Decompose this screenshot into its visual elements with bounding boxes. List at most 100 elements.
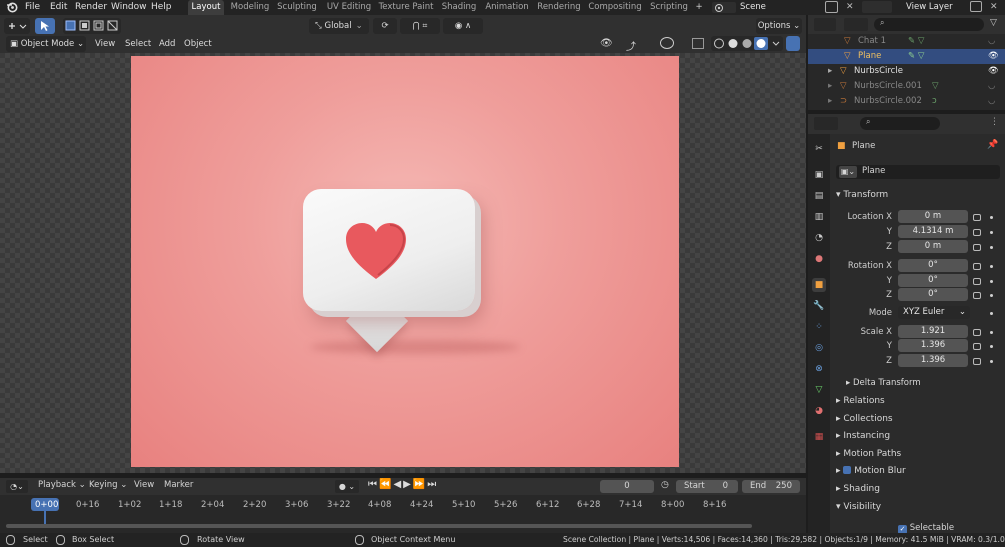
data-tab-icon[interactable]: ▽ <box>812 383 826 397</box>
keyframe-dot-icon[interactable] <box>990 265 993 268</box>
location-y-field[interactable]: 4.1314 m <box>898 225 968 238</box>
expand-arrow-icon[interactable]: ▸ <box>828 79 832 94</box>
keyframe-dot-icon[interactable] <box>990 280 993 283</box>
tab-texture-paint[interactable]: Texture Paint <box>378 0 434 15</box>
outliner-row-selected[interactable]: ▽ Plane ✎ ▽ 👁 <box>808 49 1005 64</box>
lock-icon[interactable] <box>973 214 981 221</box>
expand-arrow-icon[interactable]: ▸ <box>828 64 832 79</box>
filter-icon[interactable]: ▽ <box>990 18 997 28</box>
lock-icon[interactable] <box>973 263 981 270</box>
shading-section[interactable]: ▸ Shading <box>836 484 880 494</box>
xray-icon[interactable] <box>692 38 704 49</box>
keyframe-dot-icon[interactable] <box>990 216 993 219</box>
properties-editor-type-icon[interactable] <box>814 117 838 130</box>
menu-view[interactable]: View <box>95 36 115 52</box>
view-layer-tab-icon[interactable]: ▥ <box>812 210 826 224</box>
outliner-search-input[interactable]: ⌕ <box>874 18 984 31</box>
playback-controls[interactable]: ⏮⏪◀▶⏩⏭ <box>368 479 438 490</box>
menu-object[interactable]: Object <box>184 36 212 52</box>
proportional-edit-toggle[interactable]: ◉ ∧ <box>443 18 483 34</box>
tab-uv-editing[interactable]: UV Editing <box>325 0 373 15</box>
menu-timeline-view[interactable]: View <box>134 480 154 490</box>
timeline[interactable]: 0+00 0+16 1+02 1+18 2+04 2+20 3+06 3+22 … <box>0 495 806 534</box>
menu-marker[interactable]: Marker <box>164 480 193 490</box>
rotation-z-field[interactable]: 0° <box>898 288 968 301</box>
output-tab-icon[interactable]: ▤ <box>812 189 826 203</box>
lock-icon[interactable] <box>973 329 981 336</box>
outliner-editor-type-icon[interactable] <box>814 18 836 31</box>
tab-layout[interactable]: Layout <box>188 0 224 15</box>
tool-tab-icon[interactable]: ✂ <box>812 142 826 156</box>
blender-logo-icon[interactable] <box>6 1 18 14</box>
tab-modeling[interactable]: Modeling <box>229 0 271 15</box>
new-view-layer-icon[interactable] <box>970 1 982 12</box>
select-tool-button[interactable] <box>35 18 55 34</box>
expand-arrow-icon[interactable]: ▸ <box>828 94 832 109</box>
scale-z-field[interactable]: 1.396 <box>898 354 968 367</box>
scene-tab-icon[interactable]: ◔ <box>812 231 826 245</box>
outliner-row[interactable]: ▽ Chat 1 ✎ ▽ ◡ <box>808 34 1005 49</box>
3d-viewport[interactable] <box>0 53 806 473</box>
rotation-y-field[interactable]: 0° <box>898 274 968 287</box>
lock-icon[interactable] <box>973 343 981 350</box>
lock-icon[interactable] <box>973 229 981 236</box>
gizmo-icon[interactable]: ⤴ <box>626 38 636 53</box>
lock-icon[interactable] <box>973 278 981 285</box>
material-tab-icon[interactable]: ◕ <box>812 404 826 418</box>
menu-add[interactable]: Add <box>159 36 175 52</box>
pivot-point-dropdown[interactable]: ⟳ <box>373 18 397 34</box>
menu-file[interactable]: File <box>25 1 40 14</box>
lock-icon[interactable] <box>973 358 981 365</box>
scale-x-field[interactable]: 1.921 <box>898 325 968 338</box>
outliner-row[interactable]: ▸ ▽ NurbsCircle 👁 <box>808 64 1005 79</box>
motion-paths-section[interactable]: ▸ Motion Paths <box>836 449 901 459</box>
outliner-row[interactable]: ▸ ▽ NurbsCircle.001 ▽ ◡ <box>808 79 1005 94</box>
rotation-x-field[interactable]: 0° <box>898 259 968 272</box>
location-x-field[interactable]: 0 m <box>898 210 968 223</box>
lock-icon[interactable] <box>973 244 981 251</box>
tab-scripting[interactable]: Scripting <box>648 0 690 15</box>
collections-section[interactable]: ▸ Collections <box>836 414 893 424</box>
add-workspace-button[interactable]: + <box>693 0 705 15</box>
particles-tab-icon[interactable]: ⁘ <box>812 320 826 334</box>
menu-window[interactable]: Window <box>111 1 147 14</box>
start-frame-field[interactable]: Start 0 <box>676 480 738 493</box>
transform-orientation-dropdown[interactable]: ⤡ Global ⌄ <box>309 18 369 34</box>
hidden-icon[interactable]: ◡ <box>988 79 995 94</box>
display-mode-icon[interactable] <box>844 18 868 31</box>
hidden-icon[interactable]: ◡ <box>988 34 995 49</box>
transform-section[interactable]: ▾ Transform <box>836 190 888 200</box>
tab-compositing[interactable]: Compositing <box>588 0 642 15</box>
tab-rendering[interactable]: Rendering <box>535 0 583 15</box>
modifiers-tab-icon[interactable]: 🔧 <box>812 299 826 313</box>
menu-playback[interactable]: Playback ⌄ <box>38 480 86 490</box>
view-layer-name[interactable]: View Layer <box>906 0 953 15</box>
menu-render[interactable]: Render <box>75 1 107 14</box>
options-dropdown[interactable]: Options ⌄ <box>756 18 802 34</box>
object-name-field[interactable]: ▣⌄ Plane <box>836 165 1000 179</box>
delta-transform-section[interactable]: ▸ Delta Transform <box>846 378 921 388</box>
keyframe-dot-icon[interactable] <box>990 331 993 334</box>
object-mode-dropdown[interactable]: ▣ Object Mode ⌄ <box>6 36 86 52</box>
clock-icon[interactable]: ◷ <box>661 480 669 490</box>
motion-blur-section[interactable]: ▸ Motion Blur <box>836 466 906 476</box>
keyframe-dot-icon[interactable] <box>990 246 993 249</box>
visibility-eye-icon[interactable]: 👁 <box>600 38 613 49</box>
world-tab-icon[interactable]: ● <box>812 252 826 266</box>
record-button[interactable]: ● ⌄ <box>335 480 359 493</box>
instancing-section[interactable]: ▸ Instancing <box>836 431 890 441</box>
relations-section[interactable]: ▸ Relations <box>836 396 885 406</box>
menu-select[interactable]: Select <box>125 36 151 52</box>
location-z-field[interactable]: 0 m <box>898 240 968 253</box>
shading-mode-buttons[interactable] <box>711 36 783 51</box>
texture-tab-icon[interactable]: ▦ <box>812 430 826 444</box>
remove-scene-icon[interactable]: ✕ <box>846 2 854 12</box>
keyframe-dot-icon[interactable] <box>990 312 993 315</box>
keyframe-dot-icon[interactable] <box>990 294 993 297</box>
keyframe-dot-icon[interactable] <box>990 231 993 234</box>
hidden-icon[interactable]: ◡ <box>988 94 995 109</box>
remove-view-layer-icon[interactable]: ✕ <box>990 2 998 12</box>
properties-search-input[interactable]: ⌕ <box>860 117 940 130</box>
current-frame-field[interactable]: 0 <box>600 480 654 493</box>
physics-tab-icon[interactable]: ◎ <box>812 341 826 355</box>
